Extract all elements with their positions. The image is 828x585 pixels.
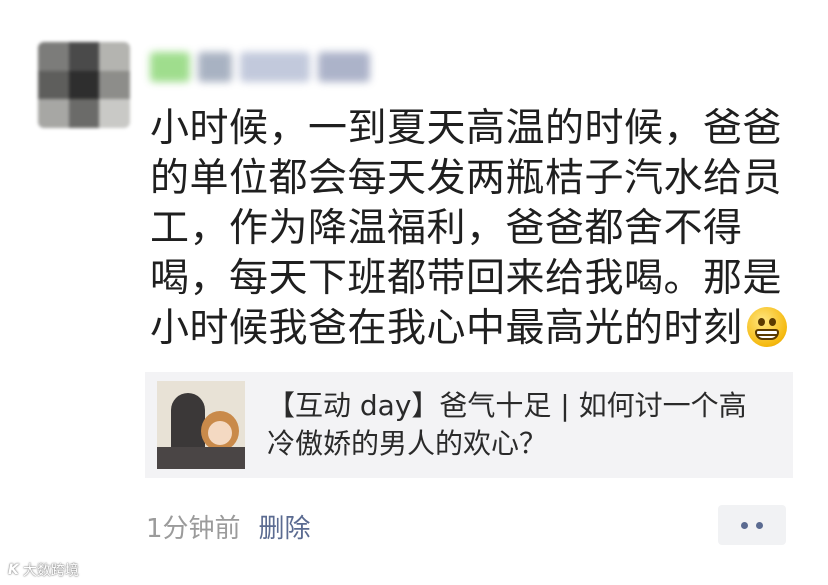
watermark-text: 大数跨境 — [22, 563, 79, 579]
watermark-logo: K — [8, 562, 19, 578]
more-dot-icon — [741, 521, 748, 529]
shared-article-card[interactable]: 【互动 day】爸气十足 | 如何讨一个高冷傲娇的男人的欢心？ — [145, 372, 793, 478]
article-title: 【互动 day】爸气十足 | 如何讨一个高冷傲娇的男人的欢心？ — [267, 389, 747, 460]
post-time: 1分钟前 — [146, 514, 241, 544]
post-text-content: 小时候，一到夏天高温的时候，爸爸的单位都会每天发两瓶桔子汽水给员工，作为降温福利… — [150, 106, 783, 351]
watermark: K 大数跨境 — [8, 560, 79, 580]
grinning-face-icon — [746, 307, 787, 347]
article-thumbnail — [157, 381, 245, 469]
post-footer: 1分钟前 删除 — [146, 508, 311, 545]
more-dot-icon — [756, 521, 763, 529]
username-blurred[interactable] — [150, 52, 390, 86]
delete-link[interactable]: 删除 — [259, 508, 311, 545]
comment-like-button[interactable] — [718, 505, 786, 545]
post-text: 小时候，一到夏天高温的时候，爸爸的单位都会每天发两瓶桔子汽水给员工，作为降温福利… — [150, 104, 800, 354]
avatar[interactable] — [38, 42, 130, 128]
